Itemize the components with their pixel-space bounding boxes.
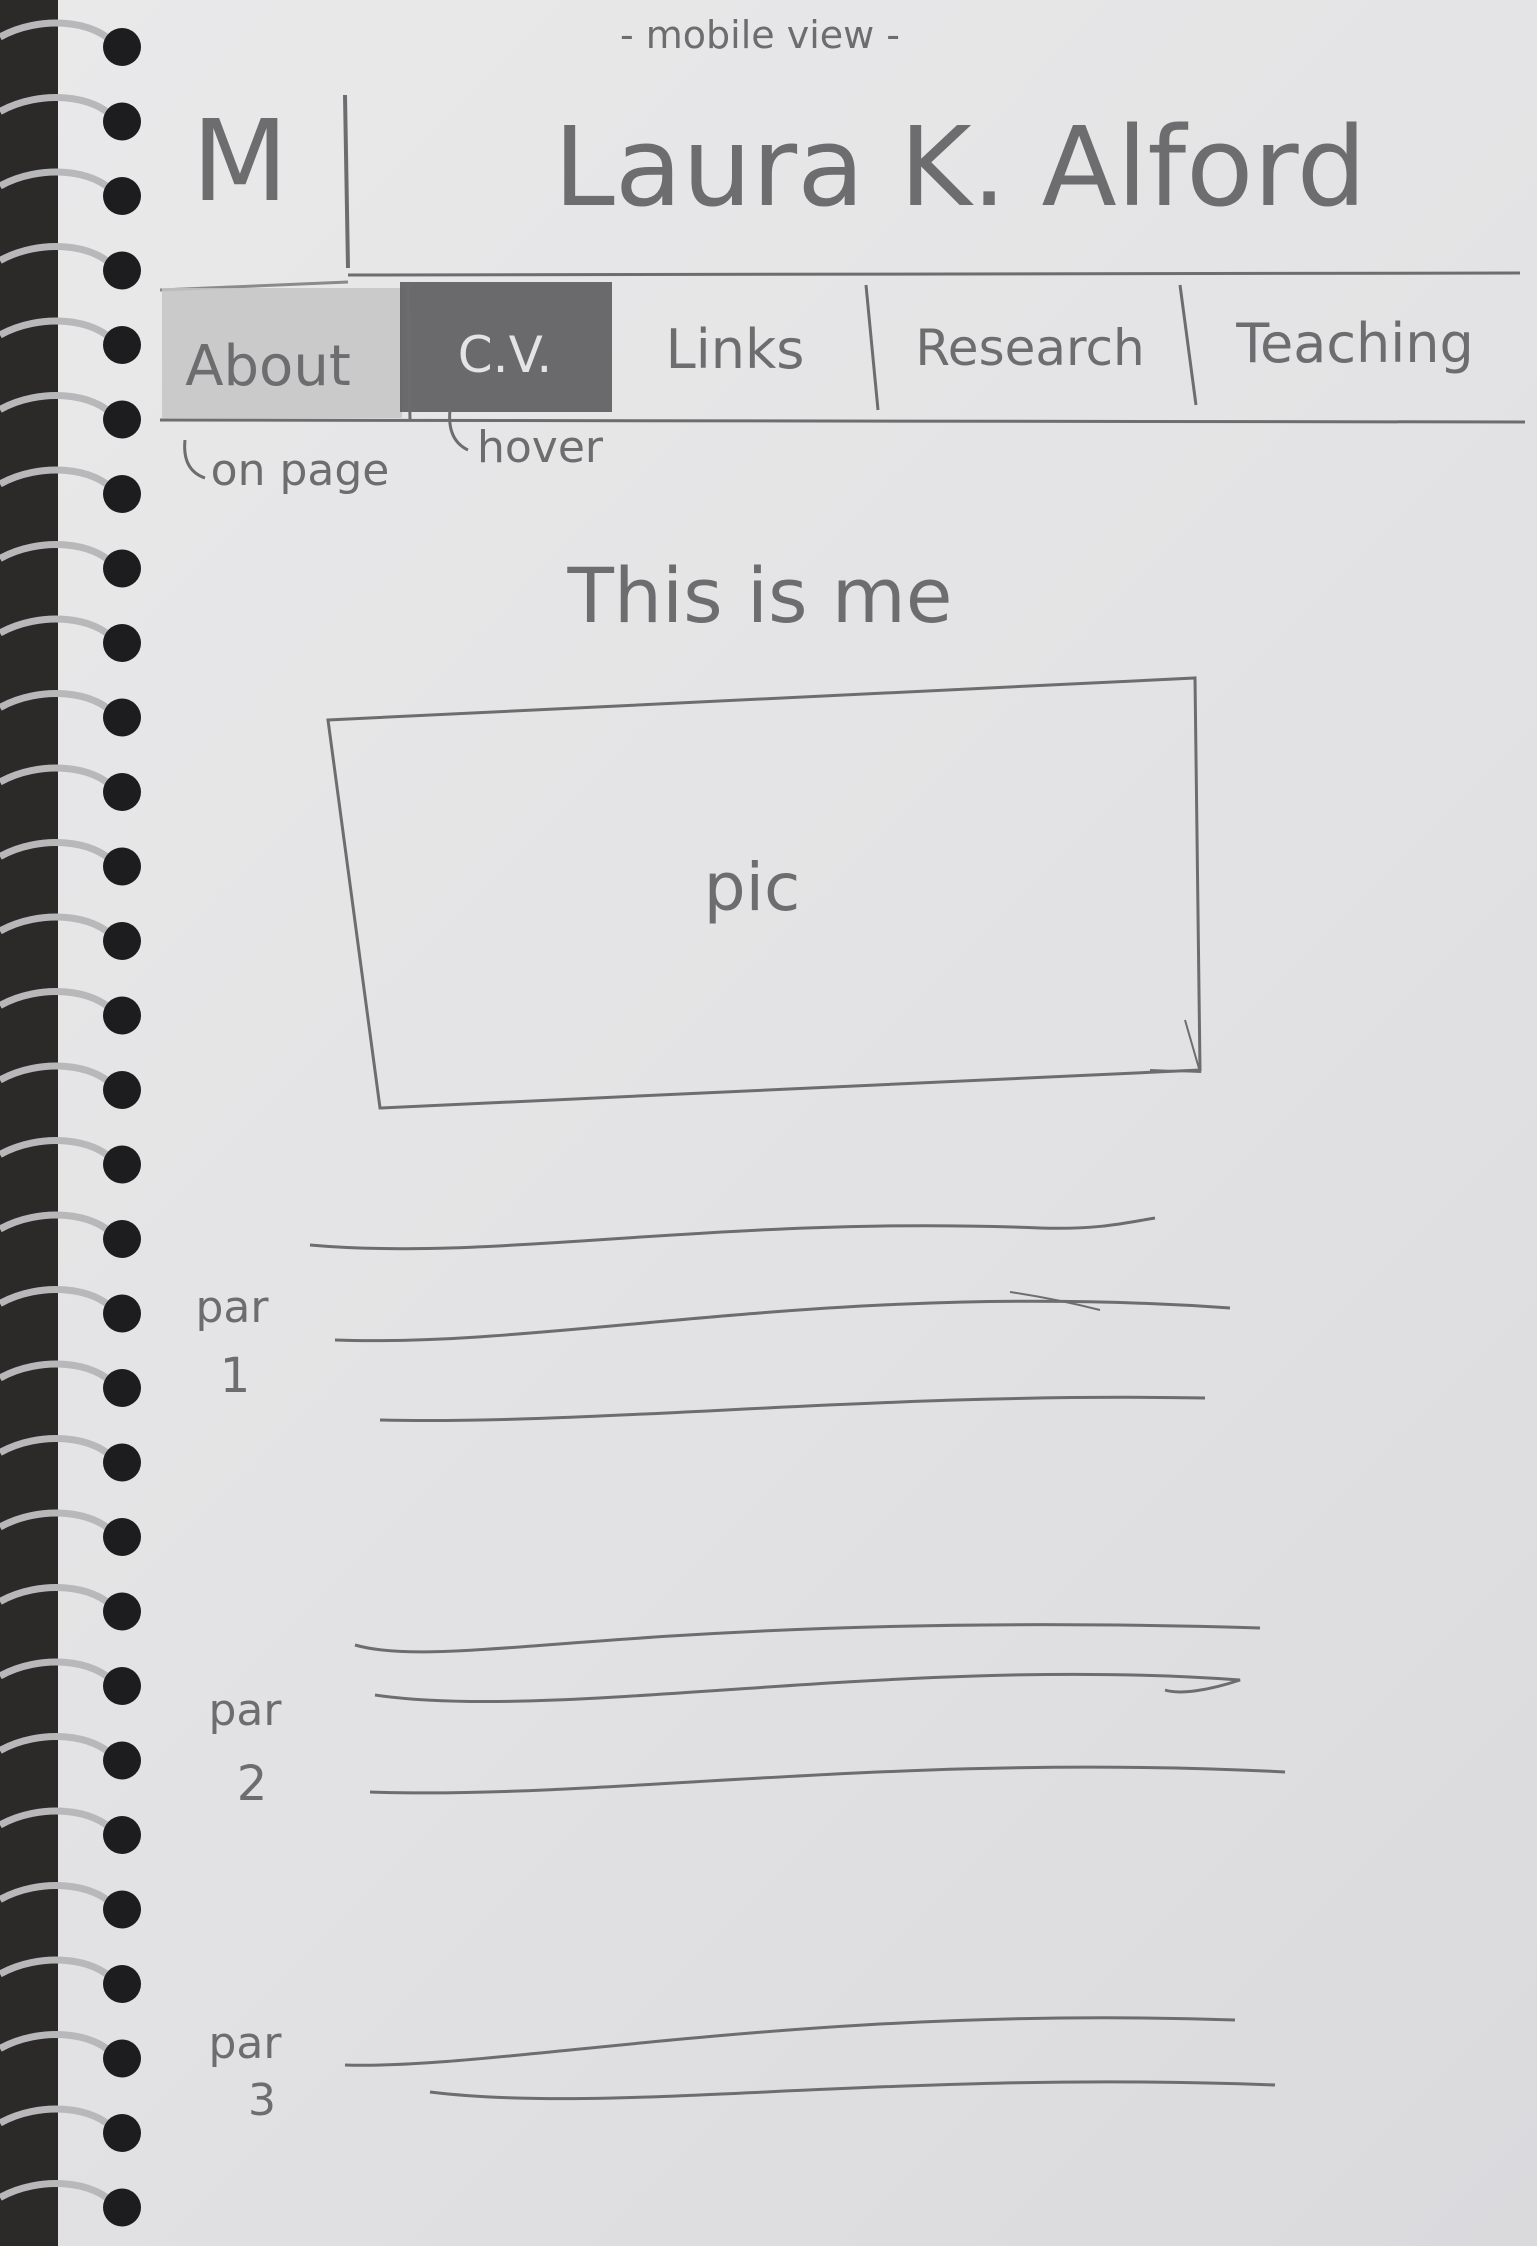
spiral-ring	[0, 913, 118, 942]
spiral-hole	[103, 326, 141, 364]
nav-item-cv[interactable]: C.V.	[458, 326, 552, 384]
nav-item-research[interactable]: Research	[915, 319, 1144, 377]
paragraph-3-label: par	[209, 2018, 283, 2069]
spiral-ring	[0, 764, 118, 793]
spiral-ring	[0, 988, 118, 1016]
spiral-hole	[103, 996, 141, 1035]
spiral-ring	[0, 2105, 118, 2134]
paragraph-1-number: 1	[220, 1348, 251, 1404]
spiral-hole	[103, 1220, 141, 1258]
spiral-ring	[0, 317, 118, 346]
nav-item-about[interactable]: About	[185, 334, 351, 399]
annotation-hover: hover	[477, 422, 604, 473]
spiral-hole	[103, 1592, 141, 1631]
spiral-hole	[103, 549, 141, 588]
spiral-ring	[0, 2031, 118, 2059]
spiral-ring	[0, 1658, 118, 1687]
annotation-bracket-on-page	[183, 439, 206, 480]
annotation-bracket-hover	[448, 409, 469, 452]
spiral-ring	[0, 1062, 118, 1091]
spiral-hole	[103, 1965, 141, 2003]
spiral-hole	[103, 1443, 141, 1482]
spiral-ring	[0, 1584, 118, 1612]
paragraph-3-number: 3	[248, 2075, 276, 2126]
spiral-ring	[0, 1733, 118, 1761]
spiral-ring	[0, 839, 118, 867]
spiral-ring	[0, 1360, 118, 1389]
spiral-hole	[103, 475, 141, 513]
paragraph-1: par 1	[196, 1216, 1231, 1423]
spiral-hole	[103, 400, 141, 439]
spiral-hole	[103, 698, 141, 737]
spiral-hole	[103, 1667, 141, 1705]
spiral-hole	[103, 1369, 141, 1407]
spiral-hole	[103, 1816, 141, 1854]
spiral-ring	[0, 243, 118, 271]
spiral-ring	[0, 94, 118, 122]
spiral-hole	[103, 773, 141, 811]
paragraph-2: par 2	[209, 1623, 1286, 1812]
spiral-hole	[103, 1071, 141, 1109]
logo-divider	[343, 94, 350, 269]
spiral-ring	[0, 168, 118, 197]
spiral-ring	[0, 1882, 118, 1910]
profile-photo-placeholder: pic	[326, 676, 1202, 1110]
spiral-ring	[0, 1807, 118, 1836]
spiral-hole	[103, 1890, 141, 1929]
spiral-hole	[103, 1518, 141, 1556]
site-title: Laura K. Alford	[553, 103, 1366, 231]
spiral-ring	[0, 1956, 118, 1985]
site-logo[interactable]: M	[192, 97, 289, 227]
nav-bar: About C.V. Links Research Teaching	[159, 271, 1526, 424]
spiral-binding	[0, 19, 141, 2227]
spiral-ring	[0, 690, 118, 718]
spiral-hole	[103, 2114, 141, 2152]
nav-item-links[interactable]: Links	[666, 318, 805, 381]
spiral-hole	[103, 847, 141, 886]
spiral-ring	[0, 1137, 118, 1165]
spiral-ring	[0, 19, 118, 48]
spiral-ring	[0, 392, 118, 420]
spiral-hole	[103, 624, 141, 662]
spiral-ring	[0, 2180, 118, 2208]
paragraph-2-number: 2	[237, 1756, 268, 1812]
spiral-ring	[0, 466, 118, 495]
spiral-hole	[103, 2188, 141, 2227]
spiral-hole	[103, 102, 141, 141]
paragraph-3: par 3	[209, 2016, 1276, 2126]
spiral-ring	[0, 541, 118, 569]
spiral-ring	[0, 1509, 118, 1538]
annotation-on-page: on page	[211, 445, 390, 496]
page-heading: This is me	[566, 551, 952, 640]
view-label: - mobile view -	[620, 13, 900, 57]
spiral-ring	[0, 615, 118, 644]
photo-label: pic	[704, 849, 801, 926]
spiral-hole	[103, 1294, 141, 1333]
spiral-hole	[103, 2039, 141, 2078]
spiral-hole	[103, 177, 141, 215]
nav-item-teaching[interactable]: Teaching	[1235, 312, 1474, 375]
spiral-hole	[103, 1741, 141, 1780]
spiral-ring	[0, 1211, 118, 1240]
wireframe-sketch: - mobile view - M Laura K. Alford About …	[0, 13, 1526, 2227]
spiral-hole	[103, 1145, 141, 1184]
paragraph-2-label: par	[209, 1685, 283, 1736]
spiral-hole	[103, 28, 141, 66]
spiral-ring	[0, 1286, 118, 1314]
spiral-hole	[103, 922, 141, 960]
spiral-ring	[0, 1435, 118, 1463]
paragraph-1-label: par	[196, 1282, 270, 1333]
spiral-hole	[103, 251, 141, 290]
